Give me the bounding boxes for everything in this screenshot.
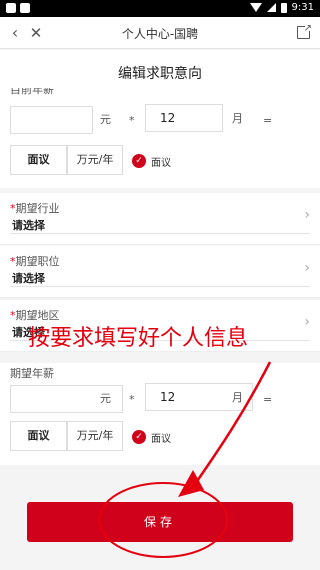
- save-button[interactable]: 保存: [27, 502, 293, 542]
- equals-sign: =: [263, 393, 273, 406]
- signal-icon: [266, 3, 276, 12]
- back-icon[interactable]: ‹: [7, 23, 23, 43]
- expected-salary-negotiable-select[interactable]: 面议: [10, 421, 67, 451]
- battery-icon: [280, 2, 287, 13]
- notification-icon: [20, 3, 30, 13]
- wifi-icon: [249, 3, 262, 12]
- current-salary-negotiable-select[interactable]: 面议: [10, 145, 67, 175]
- clock: 9:31: [291, 2, 314, 13]
- expected-salary-negotiable-checkbox[interactable]: ✓: [132, 430, 146, 444]
- expected-salary-months-unit: 月: [232, 391, 243, 404]
- industry-label-text: 期望行业: [15, 202, 60, 215]
- position-label-text: 期望职位: [15, 255, 60, 268]
- chevron-right-icon: ›: [304, 260, 310, 276]
- expected-salary-total-unit: 万元/年: [67, 421, 123, 451]
- current-salary-amount-unit: 元: [100, 113, 111, 126]
- share-arrow-icon: ↗: [303, 23, 312, 34]
- current-salary-amount-input[interactable]: [10, 106, 93, 134]
- chevron-right-icon: ›: [304, 207, 310, 223]
- close-icon[interactable]: ✕: [27, 23, 45, 43]
- position-field[interactable]: *期望职位 请选择 ›: [0, 246, 320, 298]
- expected-salary-amount-unit: 元: [100, 392, 111, 405]
- divider: [10, 233, 310, 234]
- expected-salary-label: 期望年薪: [10, 367, 54, 380]
- current-salary-months-input[interactable]: 12: [145, 104, 223, 132]
- expected-salary-negotiable-label: 面议: [151, 434, 171, 445]
- navbar: ‹ ✕ 个人中心-国聘 ↗: [0, 17, 320, 49]
- position-label: *期望职位: [10, 253, 60, 269]
- notification-icon: [6, 3, 16, 13]
- current-salary-months-unit: 月: [232, 112, 243, 125]
- equals-sign: =: [263, 114, 273, 127]
- system-icons: 9:31: [249, 2, 314, 13]
- notification-icons: [6, 3, 30, 13]
- multiply-sign: *: [129, 393, 135, 406]
- current-salary-negotiable-checkbox[interactable]: ✓: [132, 154, 146, 168]
- status-bar: 9:31: [0, 0, 320, 17]
- page-title: 编辑求职意向: [118, 66, 202, 82]
- multiply-sign: *: [129, 114, 135, 127]
- page-header: 编辑求职意向: [0, 50, 320, 92]
- chevron-right-icon: ›: [304, 314, 310, 330]
- industry-field[interactable]: *期望行业 请选择 ›: [0, 193, 320, 245]
- current-salary-section: 元 * 12 月 = 面议 万元/年 ✓ 面议: [0, 92, 320, 188]
- divider: [10, 286, 310, 287]
- current-salary-total-unit: 万元/年: [67, 145, 123, 175]
- nav-title: 个人中心-国聘: [121, 27, 199, 41]
- industry-label: *期望行业: [10, 200, 60, 216]
- industry-value: 请选择: [12, 219, 45, 232]
- current-salary-negotiable-label: 面议: [151, 158, 171, 169]
- current-salary-label: 目前年薪: [10, 88, 54, 96]
- position-value: 请选择: [12, 272, 45, 285]
- annotation-text: 按要求填写好个人信息: [28, 326, 249, 351]
- expected-salary-section: 期望年薪 元 * 12 月 = 面议 万元/年 ✓ 面议: [0, 363, 320, 465]
